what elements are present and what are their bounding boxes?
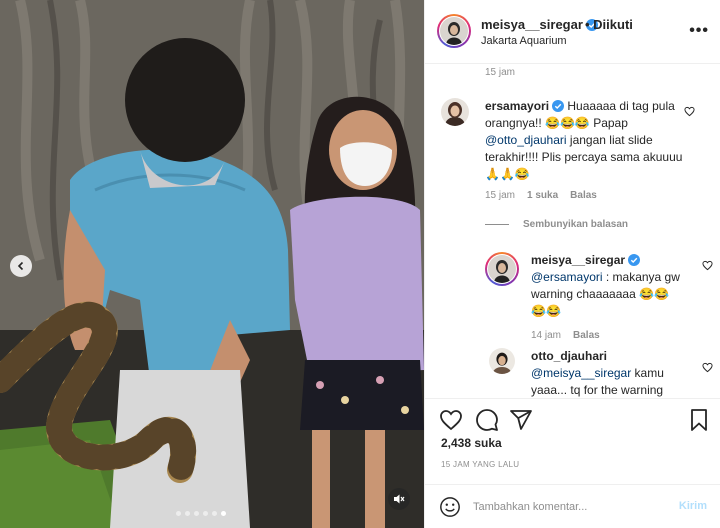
- mention-link[interactable]: @otto_djauhari: [485, 133, 567, 147]
- carousel-dot: [212, 511, 217, 516]
- post-location[interactable]: Jakarta Aquarium: [481, 35, 567, 47]
- author-username[interactable]: meisya__siregar: [481, 17, 598, 32]
- carousel-dot: [221, 511, 226, 516]
- comment-composer: Kirim: [425, 484, 720, 528]
- share-icon[interactable]: [509, 408, 533, 432]
- heart-icon[interactable]: [702, 260, 713, 271]
- send-button[interactable]: Kirim: [679, 500, 707, 512]
- post-media[interactable]: [0, 0, 424, 528]
- carousel-prev-button[interactable]: [10, 255, 32, 277]
- comment-likes[interactable]: 1 suka: [527, 190, 558, 201]
- comment-icon[interactable]: [475, 408, 499, 432]
- avatar-story-ring[interactable]: [485, 252, 519, 286]
- emoji-icon[interactable]: [439, 496, 461, 518]
- mute-button[interactable]: [388, 488, 410, 510]
- verified-icon: [552, 100, 565, 112]
- heart-icon[interactable]: [684, 106, 695, 117]
- carousel-dot: [203, 511, 208, 516]
- comments-list[interactable]: 15 jam ersamayori Huaaaaa di tag pula or…: [425, 64, 720, 398]
- more-options-icon[interactable]: •••: [689, 22, 709, 40]
- post-header: meisya__siregar • Diikuti Jakarta Aquari…: [425, 0, 720, 64]
- reply-timestamp: 14 jam: [531, 330, 562, 341]
- likes-count[interactable]: 2,438 suka: [441, 436, 502, 450]
- reply-button[interactable]: Balas: [573, 330, 600, 341]
- reply-username[interactable]: otto_djauhari: [531, 349, 607, 363]
- mention-link[interactable]: @meisya__siregar: [531, 366, 631, 380]
- post-detail-panel: meisya__siregar • Diikuti Jakarta Aquari…: [424, 0, 720, 528]
- hide-replies-button[interactable]: Sembunyikan balasan: [485, 219, 628, 230]
- caption-timestamp: 15 jam: [485, 67, 516, 78]
- chevron-left-icon: [17, 261, 24, 271]
- post-actions: [425, 398, 720, 440]
- reply-username[interactable]: meisya__siregar: [531, 253, 625, 267]
- comment-username[interactable]: ersamayori: [485, 99, 549, 113]
- comment-text: ersamayori Huaaaaa di tag pula orangnya!…: [485, 98, 683, 183]
- avatar: [440, 17, 468, 45]
- mute-icon: [394, 494, 405, 504]
- bookmark-icon[interactable]: [687, 408, 711, 432]
- avatar[interactable]: [489, 348, 515, 374]
- reply-text: meisya__siregar @ersamayori : makanya gw …: [531, 252, 681, 320]
- verified-icon: [628, 254, 641, 266]
- reply-meta: 14 jam Balas: [531, 330, 600, 341]
- comment-meta: 15 jam 1 suka Balas: [485, 190, 597, 201]
- comment-timestamp: 15 jam: [485, 190, 516, 201]
- hide-replies-label: Sembunyikan balasan: [523, 219, 629, 230]
- carousel-dot: [185, 511, 190, 516]
- divider: [485, 224, 509, 225]
- carousel-dot: [194, 511, 199, 516]
- carousel-dot: [176, 511, 181, 516]
- author-avatar-story-ring[interactable]: [437, 14, 471, 48]
- reply-button[interactable]: Balas: [570, 190, 597, 201]
- carousel-indicator: [176, 511, 226, 516]
- heart-icon[interactable]: [439, 408, 463, 432]
- mention-link[interactable]: @ersamayori: [531, 270, 603, 284]
- post-photo: [0, 0, 424, 528]
- avatar[interactable]: [441, 98, 469, 126]
- follow-status[interactable]: • Diikuti: [585, 17, 633, 32]
- avatar: [488, 255, 516, 283]
- post-timestamp[interactable]: 15 JAM YANG LALU: [441, 460, 519, 469]
- heart-icon[interactable]: [702, 362, 713, 373]
- comment-input[interactable]: [473, 497, 663, 517]
- reply-text: otto_djauhari @meisya__siregar kamu yaaa.…: [531, 348, 681, 398]
